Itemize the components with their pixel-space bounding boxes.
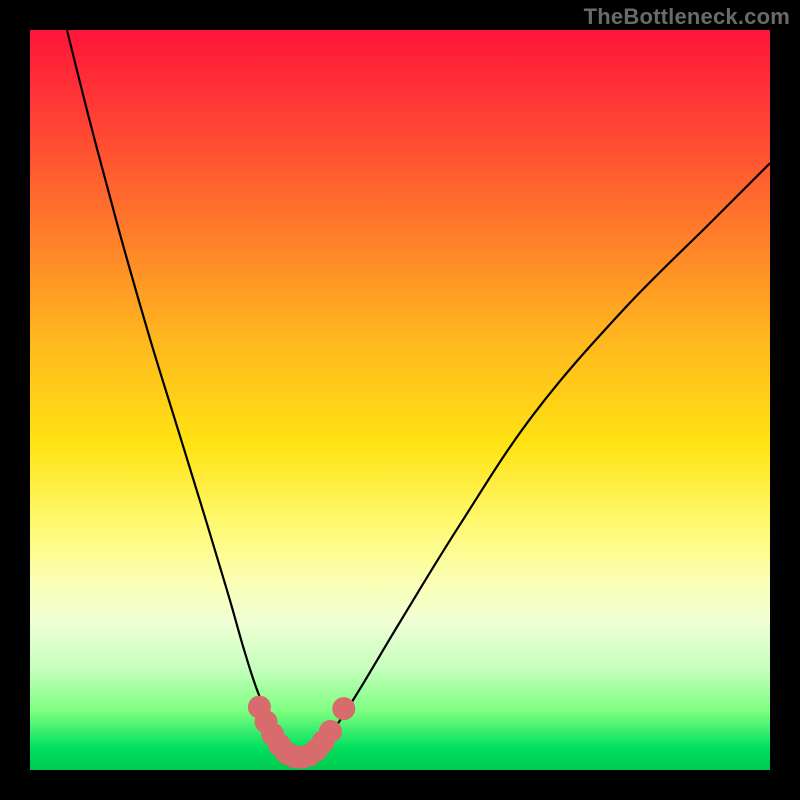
chart-frame: TheBottleneck.com [0, 0, 800, 800]
trough-marker [319, 721, 341, 743]
trough-markers [248, 696, 354, 768]
trough-marker [333, 698, 355, 720]
curve-svg [30, 30, 770, 770]
watermark-label: TheBottleneck.com [584, 4, 790, 30]
bottleneck-curve [67, 30, 770, 758]
plot-area [30, 30, 770, 770]
